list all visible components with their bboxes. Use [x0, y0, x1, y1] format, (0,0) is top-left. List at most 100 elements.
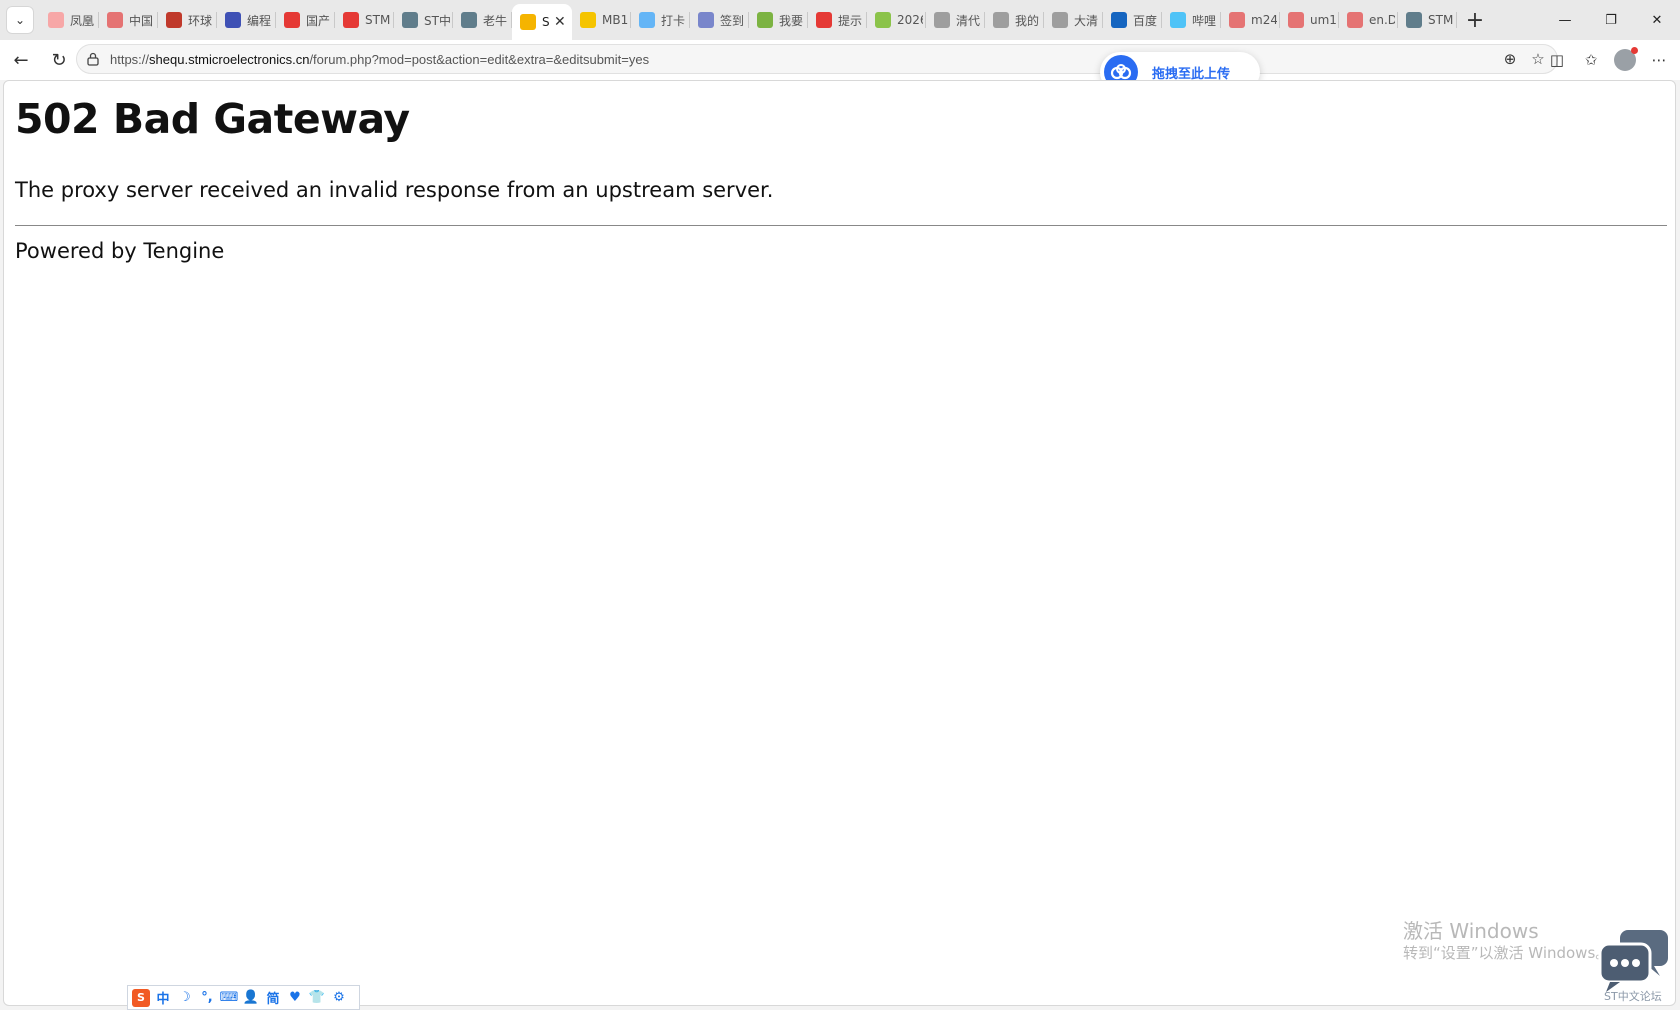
- tab-favicon-icon: [461, 12, 477, 28]
- browser-tab[interactable]: STM: [335, 0, 394, 40]
- tab-favicon-icon: [639, 12, 655, 28]
- tab-favicon-icon: [1288, 12, 1304, 28]
- simplified-icon[interactable]: 简: [262, 988, 284, 1008]
- browser-tab[interactable]: en.D: [1339, 0, 1398, 40]
- minimize-button[interactable]: —: [1542, 0, 1588, 40]
- tab-title: 清代: [956, 13, 981, 28]
- url-text[interactable]: https://shequ.stmicroelectronics.cn/foru…: [110, 52, 649, 67]
- tab-title: 编程: [247, 13, 272, 28]
- browser-tab[interactable]: 2026: [867, 0, 926, 40]
- browser-tab[interactable]: 哔哩: [1162, 0, 1221, 40]
- tab-favicon-icon: [757, 12, 773, 28]
- restore-icon: ❐: [1605, 12, 1617, 28]
- tab-favicon-icon: [1406, 12, 1422, 28]
- tab-favicon-icon: [284, 12, 300, 28]
- tab-title: 2026: [897, 13, 923, 27]
- reload-icon: ↻: [51, 49, 67, 71]
- upload-popup-label: 拖拽至此上传: [1152, 66, 1231, 82]
- ime-toolbar: S 中 ☽ °, ⌨ 👤 简 ♥ 👕 ⚙: [127, 985, 360, 1010]
- browser-tab[interactable]: 打卡: [631, 0, 690, 40]
- browser-tab[interactable]: MB1: [572, 0, 631, 40]
- browser-tab[interactable]: 清代: [926, 0, 985, 40]
- reload-button[interactable]: ↻: [42, 43, 76, 77]
- tab-title: STM: [1428, 13, 1454, 27]
- tab-favicon-icon: [993, 12, 1009, 28]
- tab-title: 中国: [129, 13, 154, 28]
- browser-tab[interactable]: 凤凰: [40, 0, 99, 40]
- url-host: shequ.stmicroelectronics.cn: [149, 51, 310, 67]
- browser-tab[interactable]: 编程: [217, 0, 276, 40]
- sogou-logo-icon[interactable]: S: [132, 988, 150, 1007]
- browser-tab[interactable]: 我要: [749, 0, 808, 40]
- activation-watermark-subtitle: 转到“设置”以激活 Windows。: [1403, 944, 1611, 962]
- close-icon: ✕: [1651, 12, 1663, 28]
- tab-title: m24: [1251, 13, 1277, 27]
- tab-title: 大清: [1074, 13, 1099, 28]
- user-icon[interactable]: 👤: [240, 988, 262, 1008]
- tab-title: 我要: [779, 13, 804, 28]
- browser-tab[interactable]: 百度: [1103, 0, 1162, 40]
- punctuation-icon[interactable]: °,: [196, 988, 218, 1008]
- browser-tab[interactable]: um1: [1280, 0, 1339, 40]
- chevron-down-icon: ⌄: [14, 13, 26, 27]
- browser-tab[interactable]: 中国: [99, 0, 158, 40]
- zoom-icon[interactable]: ⊕: [1496, 47, 1524, 71]
- browser-tab[interactable]: m24: [1221, 0, 1280, 40]
- tab-strip: ⌄ 凤凰中国环球编程国产STMST中老牛S✕MB1打卡签到我要提示2026清代我…: [0, 0, 1680, 40]
- tab-list-menu-button[interactable]: ⌄: [6, 6, 34, 34]
- browser-tab[interactable]: 老牛: [453, 0, 512, 40]
- browser-tab[interactable]: 大清: [1044, 0, 1103, 40]
- tab-favicon-icon: [698, 12, 714, 28]
- browser-tab[interactable]: 我的: [985, 0, 1044, 40]
- keyboard-icon[interactable]: ⌨: [218, 988, 240, 1008]
- back-button[interactable]: ←: [4, 43, 38, 77]
- tab-title: 我的: [1015, 13, 1040, 28]
- skin-icon[interactable]: 👕: [306, 988, 328, 1008]
- url-path: /forum.php?mod=post&action=edit&extra=&e…: [309, 51, 650, 67]
- tab-title: 百度: [1133, 13, 1158, 28]
- moon-icon[interactable]: ☽: [174, 988, 196, 1008]
- browser-tab[interactable]: STM: [1398, 0, 1457, 40]
- lock-icon[interactable]: [86, 52, 100, 66]
- tab-title: 签到: [720, 13, 745, 28]
- tab-title: MB1: [602, 13, 628, 27]
- page-viewport: 502 Bad Gateway The proxy server receive…: [3, 80, 1676, 1006]
- tab-favicon-icon: [875, 12, 891, 28]
- restore-button[interactable]: ❐: [1588, 0, 1634, 40]
- tab-favicon-icon: [343, 12, 359, 28]
- tab-title: en.D: [1369, 13, 1395, 27]
- browser-tab[interactable]: ST中: [394, 0, 453, 40]
- divider: [15, 225, 1667, 226]
- browser-tab[interactable]: S ✕: [512, 4, 572, 40]
- arrow-left-icon: ←: [13, 49, 29, 71]
- browser-tab[interactable]: 提示: [808, 0, 867, 40]
- tab-list: 凤凰中国环球编程国产STMST中老牛S✕MB1打卡签到我要提示2026清代我的大…: [40, 0, 1457, 40]
- chinese-mode-icon[interactable]: 中: [152, 988, 174, 1008]
- tab-title: um1: [1310, 13, 1336, 27]
- tab-title: 提示: [838, 13, 863, 28]
- close-window-button[interactable]: ✕: [1634, 0, 1680, 40]
- activation-watermark-title: 激活 Windows: [1403, 919, 1539, 943]
- favorites-icon[interactable]: ✩: [1574, 44, 1608, 76]
- split-screen-icon[interactable]: ◫: [1540, 44, 1574, 76]
- more-menu-icon[interactable]: ⋯: [1642, 44, 1676, 76]
- profile-avatar[interactable]: [1614, 47, 1638, 71]
- error-message: The proxy server received an invalid res…: [15, 178, 774, 202]
- tab-favicon-icon: [402, 12, 418, 28]
- gear-icon[interactable]: ⚙: [328, 988, 350, 1008]
- browser-tab[interactable]: 国产: [276, 0, 335, 40]
- tab-title: 环球: [188, 13, 213, 28]
- browser-tab[interactable]: 签到: [690, 0, 749, 40]
- tab-favicon-icon: [816, 12, 832, 28]
- tab-title: 国产: [306, 13, 331, 28]
- browser-tab[interactable]: 环球: [158, 0, 217, 40]
- tab-title: 打卡: [661, 13, 686, 28]
- tab-favicon-icon: [225, 12, 241, 28]
- new-tab-button[interactable]: +: [1457, 0, 1493, 40]
- server-signature: Powered by Tengine: [15, 239, 225, 263]
- address-bar[interactable]: https://shequ.stmicroelectronics.cn/foru…: [76, 44, 1558, 74]
- browser-toolbar: ← ↻ https://shequ.stmicroelectronics.cn/…: [0, 40, 1680, 80]
- close-tab-icon[interactable]: ✕: [554, 14, 566, 30]
- tab-favicon-icon: [1111, 12, 1127, 28]
- heart-icon[interactable]: ♥: [284, 988, 306, 1008]
